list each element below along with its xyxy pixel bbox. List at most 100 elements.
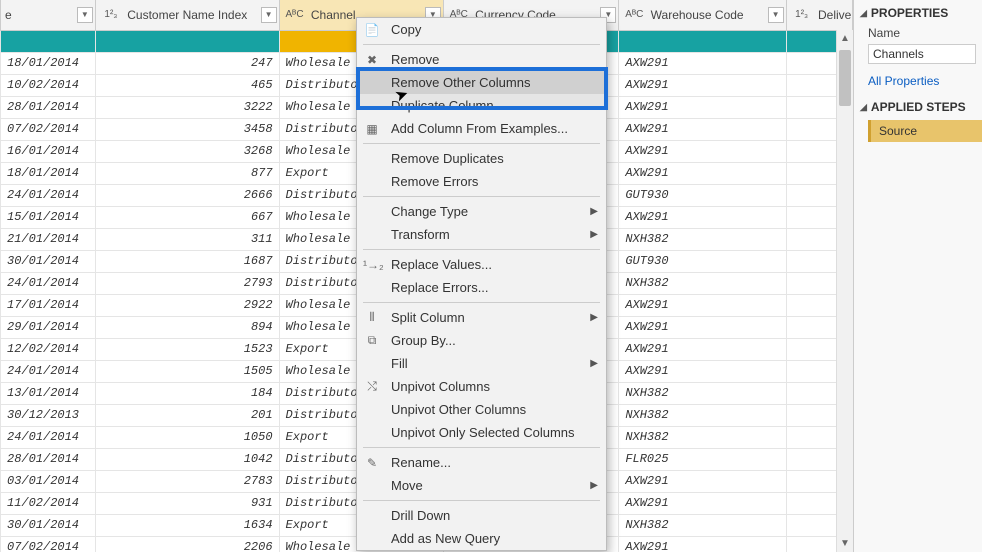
properties-section-header[interactable]: ◢ PROPERTIES: [854, 0, 982, 24]
warehouse-cell[interactable]: NXH382: [619, 382, 786, 404]
menu-item[interactable]: Remove Errors: [357, 170, 606, 193]
menu-item[interactable]: Duplicate Column: [357, 94, 606, 117]
warehouse-cell[interactable]: AXW291: [619, 96, 786, 118]
customer-index-cell[interactable]: 184: [95, 382, 279, 404]
date-cell[interactable]: 16/01/2014: [1, 140, 96, 162]
column-header-deliver[interactable]: 1²₃ Deliver: [786, 0, 852, 30]
menu-item[interactable]: Transform▶: [357, 223, 606, 246]
warehouse-cell[interactable]: FLR025: [619, 448, 786, 470]
date-cell[interactable]: 24/01/2014: [1, 272, 96, 294]
menu-item[interactable]: ¹→₂Replace Values...: [357, 253, 606, 276]
menu-item[interactable]: Unpivot Only Selected Columns: [357, 421, 606, 444]
customer-index-cell[interactable]: 1634: [95, 514, 279, 536]
warehouse-cell[interactable]: AXW291: [619, 536, 786, 552]
warehouse-cell[interactable]: NXH382: [619, 272, 786, 294]
date-cell[interactable]: 24/01/2014: [1, 184, 96, 206]
date-cell[interactable]: 13/01/2014: [1, 382, 96, 404]
scroll-up-arrow-icon[interactable]: ▲: [837, 30, 853, 47]
column-filter-button[interactable]: ▼: [768, 7, 784, 23]
column-header-warehouse[interactable]: AᴮC Warehouse Code ▼: [619, 0, 786, 30]
date-cell[interactable]: 30/12/2013: [1, 404, 96, 426]
warehouse-cell[interactable]: AXW291: [619, 74, 786, 96]
date-cell[interactable]: 21/01/2014: [1, 228, 96, 250]
customer-index-cell[interactable]: 247: [95, 52, 279, 74]
date-cell[interactable]: 29/01/2014: [1, 316, 96, 338]
date-cell[interactable]: 24/01/2014: [1, 426, 96, 448]
customer-index-cell[interactable]: 667: [95, 206, 279, 228]
date-cell[interactable]: 28/01/2014: [1, 448, 96, 470]
customer-index-cell[interactable]: 1523: [95, 338, 279, 360]
warehouse-cell[interactable]: AXW291: [619, 316, 786, 338]
customer-index-cell[interactable]: 465: [95, 74, 279, 96]
customer-index-cell[interactable]: 2783: [95, 470, 279, 492]
date-cell[interactable]: 11/02/2014: [1, 492, 96, 514]
menu-item[interactable]: ▦Add Column From Examples...: [357, 117, 606, 140]
menu-item[interactable]: Add as New Query: [357, 527, 606, 550]
customer-index-cell[interactable]: 1050: [95, 426, 279, 448]
menu-item[interactable]: Move▶: [357, 474, 606, 497]
customer-index-cell[interactable]: 2922: [95, 294, 279, 316]
all-properties-link[interactable]: All Properties: [854, 70, 982, 94]
warehouse-cell[interactable]: AXW291: [619, 206, 786, 228]
warehouse-cell[interactable]: AXW291: [619, 492, 786, 514]
column-filter-button[interactable]: ▼: [261, 7, 277, 23]
date-cell[interactable]: 03/01/2014: [1, 470, 96, 492]
menu-item[interactable]: Drill Down: [357, 504, 606, 527]
menu-item[interactable]: ⧉Group By...: [357, 329, 606, 352]
customer-index-cell[interactable]: 931: [95, 492, 279, 514]
customer-index-cell[interactable]: 311: [95, 228, 279, 250]
column-filter-button[interactable]: ▼: [77, 7, 93, 23]
customer-index-cell[interactable]: 2206: [95, 536, 279, 552]
date-cell[interactable]: 18/01/2014: [1, 52, 96, 74]
column-header-customer-index[interactable]: 1²₃ Customer Name Index ▼: [95, 0, 279, 30]
menu-item[interactable]: ⤭Unpivot Columns: [357, 375, 606, 398]
customer-index-cell[interactable]: 3458: [95, 118, 279, 140]
menu-item[interactable]: 📄Copy: [357, 18, 606, 41]
date-cell[interactable]: 15/01/2014: [1, 206, 96, 228]
date-cell[interactable]: 17/01/2014: [1, 294, 96, 316]
customer-index-cell[interactable]: 1505: [95, 360, 279, 382]
warehouse-cell[interactable]: GUT930: [619, 250, 786, 272]
warehouse-cell[interactable]: NXH382: [619, 514, 786, 536]
warehouse-cell[interactable]: NXH382: [619, 426, 786, 448]
menu-item[interactable]: Fill▶: [357, 352, 606, 375]
customer-index-cell[interactable]: 3222: [95, 96, 279, 118]
menu-item[interactable]: ⫴Split Column▶: [357, 306, 606, 329]
warehouse-cell[interactable]: AXW291: [619, 338, 786, 360]
applied-steps-section-header[interactable]: ◢ APPLIED STEPS: [854, 94, 982, 118]
warehouse-cell[interactable]: AXW291: [619, 360, 786, 382]
vertical-scrollbar[interactable]: ▲ ▼: [836, 30, 853, 552]
column-header-date[interactable]: e ▼: [1, 0, 96, 30]
warehouse-cell[interactable]: AXW291: [619, 140, 786, 162]
date-cell[interactable]: 24/01/2014: [1, 360, 96, 382]
date-cell[interactable]: 28/01/2014: [1, 96, 96, 118]
customer-index-cell[interactable]: 894: [95, 316, 279, 338]
menu-item[interactable]: ✖Remove: [357, 48, 606, 71]
menu-item[interactable]: Remove Other Columns: [357, 71, 606, 94]
menu-item[interactable]: Unpivot Other Columns: [357, 398, 606, 421]
warehouse-cell[interactable]: AXW291: [619, 162, 786, 184]
menu-item[interactable]: Replace Errors...: [357, 276, 606, 299]
menu-item[interactable]: ✎Rename...: [357, 451, 606, 474]
date-cell[interactable]: 12/02/2014: [1, 338, 96, 360]
query-name-input[interactable]: [868, 44, 976, 64]
customer-index-cell[interactable]: 1042: [95, 448, 279, 470]
date-cell[interactable]: 18/01/2014: [1, 162, 96, 184]
date-cell[interactable]: 07/02/2014: [1, 118, 96, 140]
warehouse-cell[interactable]: AXW291: [619, 118, 786, 140]
customer-index-cell[interactable]: 2793: [95, 272, 279, 294]
warehouse-cell[interactable]: GUT930: [619, 184, 786, 206]
scrollbar-thumb[interactable]: [839, 50, 851, 106]
warehouse-cell[interactable]: NXH382: [619, 404, 786, 426]
customer-index-cell[interactable]: 2666: [95, 184, 279, 206]
applied-step-source[interactable]: Source: [868, 120, 982, 142]
customer-index-cell[interactable]: 3268: [95, 140, 279, 162]
menu-item[interactable]: Change Type▶: [357, 200, 606, 223]
warehouse-cell[interactable]: AXW291: [619, 52, 786, 74]
date-cell[interactable]: 30/01/2014: [1, 250, 96, 272]
customer-index-cell[interactable]: 877: [95, 162, 279, 184]
menu-item[interactable]: Remove Duplicates: [357, 147, 606, 170]
customer-index-cell[interactable]: 1687: [95, 250, 279, 272]
date-cell[interactable]: 07/02/2014: [1, 536, 96, 552]
customer-index-cell[interactable]: 201: [95, 404, 279, 426]
